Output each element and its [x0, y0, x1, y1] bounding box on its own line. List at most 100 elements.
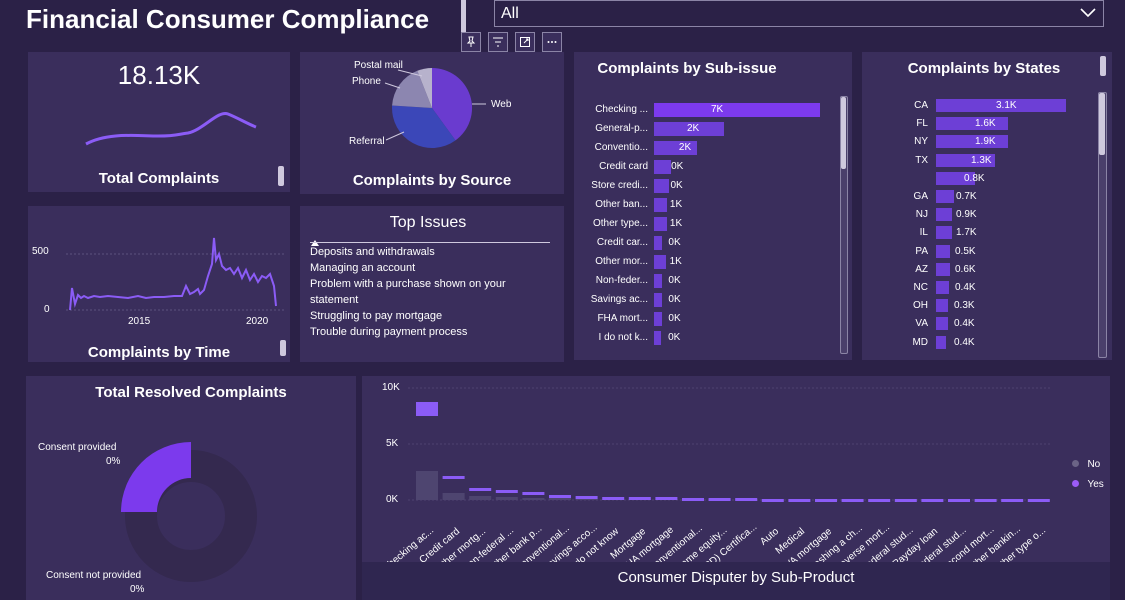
sub-issue-bar-value: 2K	[678, 142, 692, 153]
disputer-bar-no	[575, 499, 598, 500]
top-issue-item[interactable]: Deposits and withdrawals	[310, 244, 550, 260]
state-bar[interactable]	[936, 335, 946, 349]
sub-issue-bar[interactable]	[654, 198, 667, 212]
disputer-card[interactable]: 10K 5K 0K Checking ac... Credit card Other…	[362, 376, 1110, 600]
legend-no-dot	[1072, 460, 1079, 467]
x-tick-2020: 2020	[246, 316, 269, 327]
pie-label-referral: Referral	[349, 136, 385, 147]
sub-issue-row-label: General-p...	[595, 123, 648, 134]
disputer-bar-no	[522, 498, 545, 500]
disputer-bar-yes	[416, 402, 438, 416]
sub-issue-row-label: Credit card	[599, 161, 648, 172]
complaints-by-time-card[interactable]: 500 0 2015 2020 Complaints by Time	[28, 206, 290, 362]
state-bar-value: 1.9K	[975, 136, 996, 148]
total-complaints-card[interactable]: 18.13K Total Complaints	[28, 52, 290, 192]
sub-issue-row-label: Checking ...	[595, 104, 648, 115]
disputer-bar-no	[416, 471, 438, 500]
disputer-bar-yes	[841, 499, 864, 502]
state-bar[interactable]	[936, 117, 1008, 131]
state-row-label: AZ	[915, 263, 928, 275]
sub-issue-bar[interactable]	[654, 274, 662, 288]
states-scroll-thumb[interactable]	[1099, 93, 1105, 155]
chevron-down-icon	[1079, 3, 1097, 26]
sub-issue-bar[interactable]	[654, 236, 662, 250]
total-complaints-value: 18.13K	[117, 60, 201, 90]
state-bar[interactable]	[936, 262, 950, 276]
sub-issue-card[interactable]: Complaints by Sub-issue Checking ... 7K Ge…	[574, 52, 852, 360]
disputer-bar-no	[495, 497, 518, 500]
state-bar-value: 0.3K	[954, 300, 975, 312]
sub-issue-bar[interactable]	[654, 293, 662, 307]
states-title: Complaints by States	[907, 60, 1061, 77]
sub-issue-bar[interactable]	[654, 312, 662, 326]
states-card[interactable]: Complaints by States CA 3.1K FL 1.6K NY 1.9K T…	[862, 52, 1112, 360]
sub-issue-bar[interactable]	[654, 103, 820, 117]
sub-issue-bar[interactable]	[654, 255, 666, 269]
sub-issue-bar-value: 0K	[668, 275, 681, 286]
complaints-by-time-label: Complaints by Time	[87, 344, 231, 361]
top-issues-card[interactable]: Top Issues Deposits and withdrawals Manag…	[300, 206, 564, 362]
complaints-by-source-card[interactable]: Postal mail Phone Referral Web Complaint…	[300, 52, 564, 194]
sub-issue-bar[interactable]	[654, 179, 669, 193]
slicer-scrollbar[interactable]	[461, 0, 466, 34]
disputer-bar-yes	[549, 495, 571, 498]
disputer-bar-yes	[921, 499, 944, 502]
top-issue-item[interactable]: Problem with a purchase shown on your st…	[310, 276, 550, 308]
states-title-scrollbar[interactable]	[1100, 56, 1106, 76]
state-bar-value: 0.5K	[955, 245, 976, 257]
disputer-bar-yes	[628, 497, 651, 500]
sub-issue-bar[interactable]	[654, 160, 671, 174]
filter-dropdown[interactable]: All	[494, 0, 1104, 27]
disputer-title: Consumer Disputer by Sub-Product	[617, 569, 855, 586]
top-issue-item[interactable]: Trouble during payment process	[310, 324, 550, 340]
total-complaints-label: Total Complaints	[98, 170, 220, 187]
time-card-scrollbar[interactable]	[280, 340, 286, 356]
state-bar[interactable]	[936, 190, 954, 203]
state-row-label: NC	[913, 282, 928, 293]
sub-issue-scroll-thumb[interactable]	[841, 97, 846, 169]
focus-mode-icon[interactable]	[515, 32, 535, 52]
disputer-bar-yes	[655, 497, 678, 500]
pin-icon[interactable]	[461, 32, 481, 52]
top-issues-divider	[310, 242, 550, 243]
filter-icon[interactable]	[488, 32, 508, 52]
legend-no[interactable]: No	[1072, 454, 1100, 472]
sub-issue-bar-value: 2K	[687, 123, 700, 134]
disputer-bar-yes	[868, 499, 891, 502]
disputer-bar-yes	[522, 492, 545, 495]
state-bar-value: 0.6K	[955, 263, 976, 275]
card-scrollbar[interactable]	[278, 166, 284, 186]
sub-issue-row-label: Credit car...	[596, 237, 648, 248]
state-bar[interactable]	[936, 208, 952, 222]
sub-issue-bar-value: 0K	[671, 161, 684, 172]
state-bar-value: 0.8K	[964, 172, 985, 184]
sub-issue-row-label: Non-feder...	[595, 275, 648, 286]
sub-issue-row-label: FHA mort...	[597, 313, 648, 324]
more-options-icon[interactable]	[542, 32, 562, 52]
state-bar[interactable]	[936, 226, 952, 240]
state-bar[interactable]	[936, 244, 950, 258]
legend-yes[interactable]: Yes	[1072, 474, 1104, 492]
disputer-bar-yes	[815, 499, 837, 502]
state-row-label: MD	[912, 336, 928, 348]
state-bar[interactable]	[936, 317, 948, 331]
top-issue-item[interactable]: Managing an account	[310, 260, 550, 276]
disputer-bar-yes	[761, 499, 784, 502]
sub-issue-bar[interactable]	[654, 217, 667, 231]
filter-value: All	[501, 5, 519, 22]
resolved-card[interactable]: Total Resolved Complaints Consent provid…	[26, 376, 356, 600]
state-bar[interactable]	[936, 299, 948, 313]
consent-provided-pct: 0%	[106, 456, 121, 467]
disputer-bar-yes	[948, 499, 970, 502]
state-bar-value: 1.3K	[971, 154, 992, 166]
sub-issue-row-label: Other ban...	[595, 199, 648, 210]
state-bar[interactable]	[936, 135, 1008, 149]
sub-issue-row-label: Store credi...	[591, 180, 648, 191]
state-bar[interactable]	[936, 281, 949, 294]
top-issue-item[interactable]: Struggling to pay mortgage	[310, 308, 550, 324]
sub-issue-bar[interactable]	[654, 331, 661, 345]
sub-issue-bar-value: 1K	[669, 199, 683, 210]
disputer-bar-yes	[1027, 499, 1050, 502]
legend-yes-label: Yes	[1087, 479, 1104, 490]
sub-issue-row-label: Savings ac...	[590, 294, 648, 305]
